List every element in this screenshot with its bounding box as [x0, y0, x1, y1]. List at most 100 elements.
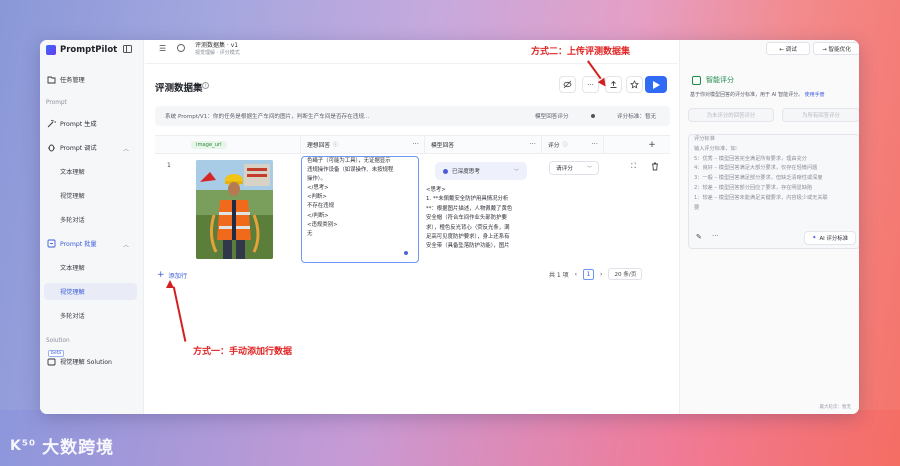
- brand[interactable]: PromptPilot: [46, 45, 117, 55]
- annotation-method-2: 方式二：上传评测数据集: [531, 47, 631, 57]
- sparkle-icon: [692, 75, 701, 85]
- ideal-answer-cell[interactable]: 色绳子（可能为工具），无证据显示 违规操作设备（如误操作、未按规程 操作）。 <…: [301, 156, 419, 263]
- thinking-icon: [443, 168, 448, 174]
- model-answer-line: 安全带（具备坠落防护功能），图片: [426, 243, 510, 250]
- main-content: ☰ 评测数据集 · v1 视觉理解 · 评分模式 评测数据集 i ··· 系统 …: [145, 40, 678, 414]
- debug-button[interactable]: ← 调试: [766, 42, 810, 55]
- model-answer-line: 1. **未佩戴安全防护用具情况分析: [426, 196, 509, 203]
- model-answer-line: 安全帽（符合车间作业头部防护要: [426, 215, 507, 222]
- sidebar-item-label: 视觉理解 Solution: [60, 359, 112, 366]
- folder-icon: [47, 75, 56, 84]
- run-button[interactable]: [645, 76, 667, 93]
- expand-icon[interactable]: ⛶: [631, 162, 636, 171]
- sidebar-item-task-management[interactable]: 任务管理: [44, 71, 137, 88]
- ideal-answer-line: </判断>: [307, 212, 329, 219]
- column-header-ideal: 理想回答 ⓘ ···: [301, 136, 425, 154]
- model-answer-text: <思考> 1. **未佩戴安全防护用具情况分析 **：根据图片描述，人物佩戴了黄…: [425, 186, 512, 252]
- breadcrumb: 视觉理解 · 评分模式: [195, 50, 240, 56]
- sidebar-section-prompt: Prompt: [46, 100, 67, 106]
- more-icon[interactable]: ···: [712, 232, 719, 240]
- column-header-label: 理想回答: [307, 143, 331, 149]
- chevron-up-icon: ︿: [122, 146, 129, 153]
- more-icon[interactable]: ···: [591, 140, 598, 148]
- sidebar-item-prompt-debug[interactable]: Prompt 调试 ︿: [44, 139, 137, 156]
- edit-icon[interactable]: ✎: [696, 233, 702, 241]
- model-answer-line: <思考>: [426, 187, 446, 193]
- add-column-icon[interactable]: +: [648, 140, 656, 150]
- sidebar-item-solution-visual[interactable]: 视觉理解 Solution: [44, 353, 137, 370]
- score-unscored-button[interactable]: 为未评分的回答评分: [688, 108, 774, 122]
- info-icon: ⓘ: [562, 142, 568, 148]
- plus-icon: +: [157, 270, 165, 280]
- page-size-select[interactable]: 20 条/页: [608, 268, 643, 280]
- ideal-answer-line: </思考>: [307, 185, 329, 192]
- criteria-line: 5：优秀 – 模型回答完全满足所有要求，理由充分: [694, 155, 807, 162]
- ai-criteria-button[interactable]: ✦ AI 评分标准: [804, 231, 856, 245]
- hide-icon[interactable]: [559, 76, 576, 93]
- score-select[interactable]: 请评分 ﹀: [549, 161, 599, 175]
- sidebar-item-batch-text[interactable]: 文本理解: [44, 259, 137, 276]
- wand-icon: [47, 119, 56, 128]
- next-page-icon[interactable]: ›: [600, 271, 602, 278]
- criteria-line: 输入评分标准，如：: [694, 145, 741, 152]
- criteria-line: 评分标准: [694, 136, 715, 142]
- app-window: PromptPilot 任务管理 Prompt Prompt 生成 Prompt…: [40, 40, 859, 414]
- sidebar-item-label: 任务管理: [60, 77, 85, 84]
- history-icon[interactable]: [177, 44, 185, 52]
- more-icon[interactable]: ···: [529, 140, 536, 148]
- ideal-answer-line: 违规操作设备（如误操作、未按规程: [307, 167, 394, 174]
- more-icon[interactable]: ···: [582, 76, 599, 93]
- model-score-label[interactable]: 模型回答评分: [535, 112, 569, 120]
- brand-logo-icon: [46, 45, 56, 55]
- worker-image[interactable]: [196, 160, 273, 259]
- deep-think-toggle[interactable]: 已深度思考 ﹀: [435, 162, 527, 180]
- panel-description: 基于你对模型回答的评分标准，用于 AI 智能评分。 使用手册: [690, 91, 825, 98]
- sidebar-collapse-icon[interactable]: [123, 45, 132, 53]
- delete-icon[interactable]: [651, 162, 659, 173]
- sidebar-item-prompt-batch[interactable]: Prompt 批量 ︿: [44, 235, 137, 252]
- page-number[interactable]: 1: [583, 268, 595, 280]
- sidebar-item-batch-multi[interactable]: 多轮对话: [44, 307, 137, 324]
- chevron-up-icon: ︿: [122, 242, 129, 249]
- ideal-answer-line: 不存在违规: [307, 203, 334, 210]
- info-icon[interactable]: i: [202, 82, 209, 89]
- sidebar-item-prompt-generate[interactable]: Prompt 生成: [44, 115, 137, 132]
- ai-criteria-label: AI 评分标准: [819, 236, 849, 242]
- menu-icon[interactable]: ☰: [159, 44, 166, 53]
- sidebar-item-label: Prompt 生成: [60, 121, 97, 128]
- model-answer-line: 足高可见度防护要求），身上还系有: [426, 234, 510, 241]
- sidebar-item-debug-text[interactable]: 文本理解: [44, 163, 137, 180]
- pagination: 共 1 项 ‹ 1 › 20 条/页: [549, 268, 643, 280]
- criteria-line: 要: [694, 204, 700, 211]
- deep-think-label: 已深度思考: [452, 169, 480, 175]
- annotation-arrowhead-1: [166, 280, 174, 288]
- info-icon: ⓘ: [333, 142, 339, 148]
- panel-footer: 最大轮次：暂无: [819, 405, 852, 410]
- sidebar-item-debug-visual[interactable]: 视觉理解: [44, 187, 137, 204]
- model-answer-line: **：根据图片描述，人物佩戴了黄色: [426, 205, 513, 212]
- sidebar-item-label: Prompt 调试: [60, 145, 97, 152]
- more-icon[interactable]: ···: [412, 140, 419, 148]
- bug-icon: [47, 143, 56, 152]
- criteria-line: 3：一般 – 模型回答满足部分要求，但缺乏清晰性或深度: [694, 175, 823, 182]
- criteria-line: 2：较差 – 模型回答部分回应了要求，存在明显缺陷: [694, 184, 813, 191]
- add-row-button[interactable]: + 添加行: [157, 270, 187, 280]
- panel-title: 智能评分: [692, 75, 734, 85]
- manual-link[interactable]: 使用手册: [805, 92, 825, 98]
- score-all-button[interactable]: 为所有回答评分: [782, 108, 859, 122]
- ideal-answer-line: <判断>: [307, 194, 327, 201]
- column-header-model: 模型回答 ···: [425, 136, 542, 154]
- batch-icon: [47, 239, 56, 248]
- star-icon[interactable]: [626, 76, 643, 93]
- sidebar-item-batch-visual[interactable]: 视觉理解: [44, 283, 137, 300]
- resize-handle-icon[interactable]: [404, 251, 408, 255]
- smart-optimize-button[interactable]: → 智能优化: [813, 42, 859, 55]
- prompt-text: 系统 Prompt/V1：你的任务是根据生产车间的图片，判断生产车间是否存在违规…: [165, 114, 370, 120]
- sidebar-item-debug-multi[interactable]: 多轮对话: [44, 211, 137, 228]
- panel-title-label: 智能评分: [706, 76, 734, 84]
- watermark-text: 大数跨境: [42, 438, 115, 458]
- prev-page-icon[interactable]: ‹: [575, 271, 577, 278]
- sidebar-section-solution: Solution: [46, 338, 70, 344]
- page-title: 评测数据集: [155, 83, 203, 94]
- column-header-score: 评分 ⓘ ···: [542, 136, 604, 154]
